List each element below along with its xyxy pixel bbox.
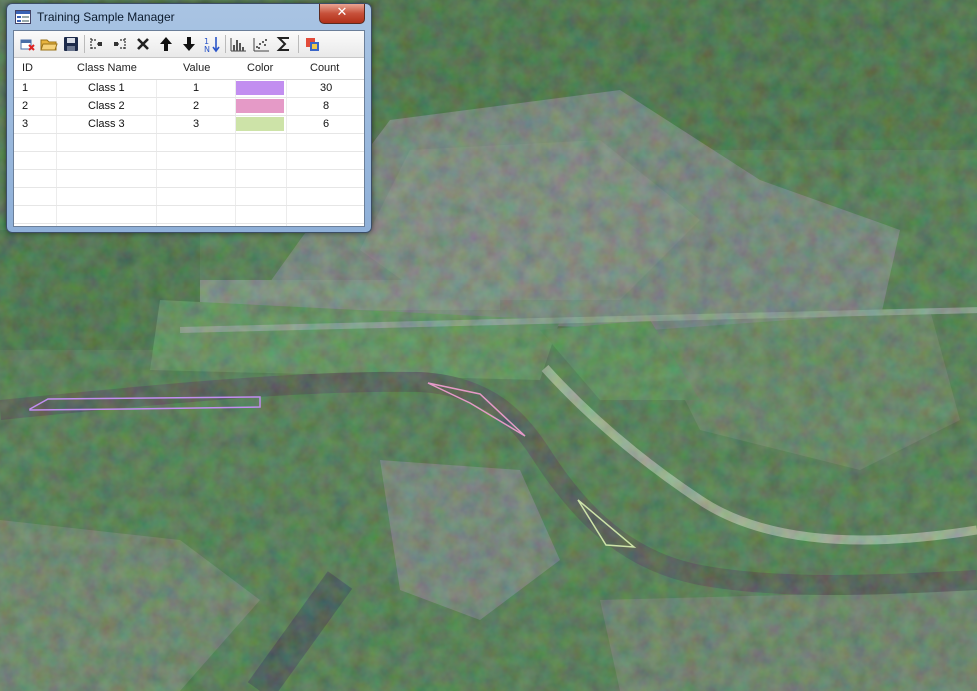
header-id[interactable]: ID: [22, 62, 33, 74]
svg-text:N: N: [204, 45, 210, 53]
toolbar-separator: [298, 35, 299, 53]
move-up-icon[interactable]: [157, 35, 175, 53]
color-swatch[interactable]: [236, 81, 284, 95]
header-count[interactable]: Count: [310, 62, 339, 74]
header-class-name[interactable]: Class Name: [77, 62, 137, 74]
window-title: Training Sample Manager: [37, 10, 175, 24]
cell-value[interactable]: 2: [193, 100, 199, 112]
cell-value[interactable]: 3: [193, 118, 199, 130]
move-down-icon[interactable]: [180, 35, 198, 53]
cell-id: 2: [22, 100, 29, 112]
empty-row: [14, 152, 364, 170]
color-swatch[interactable]: [236, 99, 284, 113]
cell-value[interactable]: 1: [193, 82, 199, 94]
statistics-icon[interactable]: [275, 35, 293, 53]
training-sample-manager-window[interactable]: Training Sample Manager ✕ 1 N ID Class N…: [6, 3, 372, 233]
empty-row: [14, 170, 364, 188]
table-row[interactable]: 1 Class 1 1 30: [14, 80, 364, 98]
cell-class-name[interactable]: Class 3: [88, 118, 125, 130]
sort-icon[interactable]: 1N: [203, 35, 221, 53]
split-icon[interactable]: [110, 35, 128, 53]
window-content: 1N ID Class Name Value Color Count 1 Cla…: [13, 30, 365, 227]
header-color[interactable]: Color: [247, 62, 273, 74]
cell-class-name[interactable]: Class 1: [88, 82, 125, 94]
app-icon: [15, 10, 31, 24]
color-swatch[interactable]: [236, 117, 284, 131]
evaluate-icon[interactable]: [304, 35, 322, 53]
save-icon[interactable]: [62, 35, 80, 53]
toolbar-separator: [84, 35, 85, 53]
table-header: ID Class Name Value Color Count: [14, 58, 364, 80]
header-value[interactable]: Value: [183, 62, 210, 74]
delete-icon[interactable]: [134, 35, 152, 53]
empty-row: [14, 206, 364, 224]
class-table: ID Class Name Value Color Count 1 Class …: [14, 58, 364, 224]
toolbar-separator: [225, 35, 226, 53]
cell-count: 8: [323, 100, 330, 112]
table-row[interactable]: 2 Class 2 2 8: [14, 98, 364, 116]
cell-count: 6: [323, 118, 330, 130]
scatterplot-icon[interactable]: [252, 35, 270, 53]
cell-class-name[interactable]: Class 2: [88, 100, 125, 112]
cell-count: 30: [320, 82, 333, 94]
empty-row: [14, 134, 364, 152]
toolbar: 1N: [14, 31, 364, 58]
empty-row: [14, 188, 364, 206]
title-bar[interactable]: Training Sample Manager ✕: [7, 4, 371, 30]
open-icon[interactable]: [40, 35, 58, 53]
cell-id: 3: [22, 118, 29, 130]
histogram-icon[interactable]: [229, 35, 247, 53]
table-row[interactable]: 3 Class 3 3 6: [14, 116, 364, 134]
close-button[interactable]: ✕: [319, 4, 365, 24]
cell-id: 1: [22, 82, 29, 94]
merge-icon[interactable]: [88, 35, 106, 53]
new-icon[interactable]: [18, 35, 36, 53]
